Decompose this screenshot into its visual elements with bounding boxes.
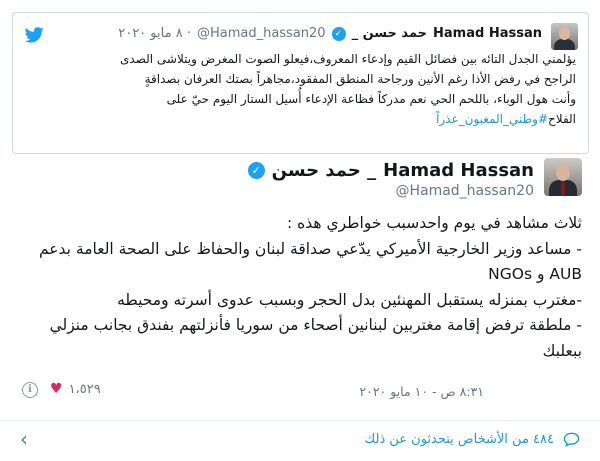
verified-badge-icon: ✓ bbox=[247, 162, 265, 179]
heart-icon[interactable]: ♥ bbox=[50, 381, 63, 397]
quoted-tweet-card[interactable]: ٨ مايو ٢٠٢٠ · @Hamad_hassan20 ✓ _ حمد حس… bbox=[12, 12, 589, 154]
like-count: ١،٥٢٩ bbox=[68, 381, 101, 397]
quoted-line: وأنت هول الوباء، باللحم الحي نعم مدركاً … bbox=[166, 92, 576, 106]
info-icon[interactable]: i bbox=[22, 382, 38, 398]
quoted-line: يؤلمني الجدل التائه بين فضائل القيم وإدع… bbox=[120, 52, 576, 66]
tweet-line: - ملطقة ترفض إقامة مغتربين لبنانين أصحاء… bbox=[49, 316, 582, 334]
tweet-line: ببعلبك bbox=[542, 341, 582, 360]
quoted-tweet-handle[interactable]: @Hamad_hassan20 bbox=[197, 26, 326, 41]
main-tweet-name[interactable]: Hamad Hassan bbox=[383, 160, 534, 181]
main-tweet-text: ثلاث مشاهد في يوم واحدسبب خواطري هذه : -… bbox=[17, 211, 582, 364]
speech-bubble-icon bbox=[563, 432, 580, 447]
main-tweet-name-ar[interactable]: حمد حسن _ bbox=[272, 160, 376, 181]
tweet-line: AUB و NGOs bbox=[488, 265, 582, 283]
main-tweet-handle[interactable]: @Hamad_hassan20 bbox=[395, 183, 534, 199]
main-tweet-avatar[interactable] bbox=[544, 158, 582, 196]
twitter-bird-icon[interactable] bbox=[25, 27, 44, 43]
chevron-left-icon[interactable]: ‹ bbox=[20, 429, 34, 449]
main-tweet-author[interactable]: ✓ حمد حسن _ Hamad Hassan bbox=[247, 160, 534, 181]
tweet-line: - مساعد وزير الخارجية الأميركي يدّعي صدا… bbox=[38, 239, 582, 258]
quoted-tweet-name[interactable]: Hamad Hassan bbox=[433, 26, 542, 41]
hashtag-link[interactable]: #وطني_المغبون_عذراً bbox=[436, 112, 548, 126]
quoted-tweet-avatar[interactable] bbox=[551, 23, 578, 50]
quoted-tweet-name-ar[interactable]: _ حمد حسن bbox=[352, 26, 427, 41]
quoted-tweet-header: ٨ مايو ٢٠٢٠ · @Hamad_hassan20 ✓ _ حمد حس… bbox=[118, 26, 542, 41]
tweet-line: -مغترب بمنزله يستقبل المهنئين بدل الحجر … bbox=[117, 290, 582, 309]
tweet-timestamp[interactable]: ٨:٣١ ص - ١٠ مايو ٢٠٢٠ bbox=[359, 384, 484, 399]
conversation-link-row[interactable]: ‹ ٤٨٤ من الأشخاص يتحدثون عن ذلك bbox=[0, 421, 600, 461]
quoted-tweet-date: ٨ مايو ٢٠٢٠ · bbox=[118, 26, 191, 41]
verified-badge-icon: ✓ bbox=[331, 26, 346, 41]
quoted-line-prefix: الفلاح bbox=[548, 112, 576, 126]
quoted-line-last: الفلاح#وطني_المغبون_عذراً bbox=[36, 109, 576, 129]
quoted-tweet-text: يؤلمني الجدل التائه بين فضائل القيم وإدع… bbox=[36, 49, 576, 129]
people-talking-link[interactable]: ٤٨٤ من الأشخاص يتحدثون عن ذلك bbox=[365, 432, 554, 447]
tweet-line: ثلاث مشاهد في يوم واحدسبب خواطري هذه : bbox=[286, 214, 582, 232]
quoted-line: الراجح في رفض الأذا رغم الأنين ورجاحة ال… bbox=[144, 72, 576, 86]
like-control[interactable]: ♥ ١،٥٢٩ bbox=[50, 381, 101, 397]
